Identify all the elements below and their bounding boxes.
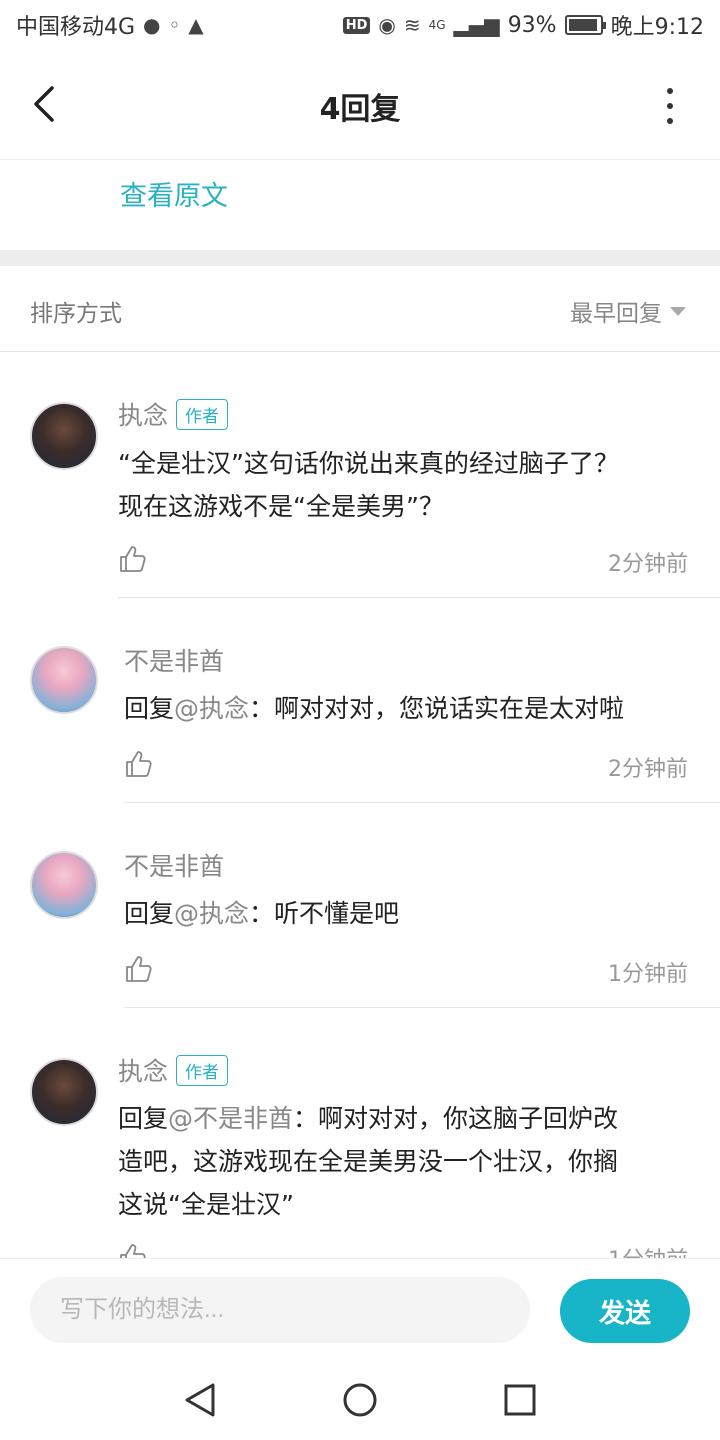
caret-down-icon [670,306,686,316]
comment-text: “全是壮汉”这句话你说出来真的经过脑子了？ 现在这游戏不是“全是美男”？ [118,442,619,528]
comment-text-body: ：啊对对对，你这脑子回炉改 [293,1104,619,1133]
section-divider [0,250,720,266]
comment-text-body: ：听不懂是吧 [249,899,400,928]
comment-text-line: 回复@不是非酋：啊对对对，你这脑子回炉改 [118,1097,618,1140]
sort-dropdown[interactable]: 最早回复 [570,294,686,328]
page-title: 4回复 [319,92,401,127]
signal-icon: ▂▄▆ [453,13,500,37]
author-tag: 作者 [176,1054,229,1086]
timestamp: 1分钟前 [608,1242,688,1258]
author-name[interactable]: 执念 [118,1052,168,1088]
more-vertical-icon[interactable] [660,88,680,124]
thumbs-up-icon[interactable] [118,1242,148,1258]
header: 4回复 [0,50,720,160]
view-original-link[interactable]: 查看原文 [120,174,228,213]
author-tag: 作者 [176,398,229,430]
comment-text-line: 这说“全是壮汉” [118,1190,294,1219]
battery-percent: 93% [507,12,557,38]
comment-text: 回复@不是非酋：啊对对对，你这脑子回炉改 造吧，这游戏现在全是美男没一个壮汉，你… [118,1097,618,1226]
avatar[interactable] [30,646,98,714]
author-name[interactable]: 执念 [118,396,168,432]
battery-fill [568,19,597,31]
nav-recents-icon[interactable] [500,1380,540,1420]
qq-icon: ▲ [188,13,204,37]
sort-bar: 排序方式 最早回复 [0,266,720,352]
app-notification-icon: ◦ [168,13,181,37]
carrier-label: 中国移动4G [16,15,136,40]
status-bar: 中国移动4G ● ◦ ▲ HD ◉ ≋ 4G ▂▄▆ 93% 晚上9:12 [0,0,720,50]
nav-home-icon[interactable] [340,1380,380,1420]
comment-text-line: 造吧，这游戏现在全是美男没一个壮汉，你搁 [118,1147,619,1176]
send-button[interactable]: 发送 [560,1279,690,1343]
comment-item: 不是非酋 回复@执念：听不懂是吧 1分钟前 [0,803,720,1008]
more-dot [667,88,673,94]
timestamp: 1分钟前 [608,962,688,987]
more-dot [667,118,673,124]
composer-bar: 发送 [0,1258,720,1358]
author-name[interactable]: 不是非酋 [124,642,224,678]
comment-item: 执念 作者 回复@不是非酋：啊对对对，你这脑子回炉改 造吧，这游戏现在全是美男没… [0,1008,720,1258]
eye-icon: ◉ [378,13,396,37]
thumbs-up-icon[interactable] [124,749,154,779]
wechat-icon: ● [143,13,161,37]
avatar[interactable] [30,1058,98,1126]
network-type-label: 4G [428,18,446,32]
comment-text-line: 现在这游戏不是“全是美男”？ [118,492,444,521]
reply-prefix: 回复 [124,694,175,723]
reply-prefix: 回复 [118,1104,169,1133]
comment-item: 执念 作者 “全是壮汉”这句话你说出来真的经过脑子了？ 现在这游戏不是“全是美男… [0,352,720,598]
sort-label: 排序方式 [30,301,122,327]
comment-item: 不是非酋 回复@执念：啊对对对，您说话实在是太对啦 2分钟前 [0,598,720,803]
thumbs-up-icon[interactable] [118,544,148,574]
comment-text-line: “全是壮汉”这句话你说出来真的经过脑子了？ [118,449,619,478]
thumbs-up-icon[interactable] [124,954,154,984]
author-name[interactable]: 不是非酋 [124,847,224,883]
system-nav-bar [0,1358,720,1440]
hd-icon: HD [342,16,371,34]
mention-link[interactable]: @不是非酋 [168,1104,293,1133]
comment-text: 回复@执念：啊对对对，您说话实在是太对啦 [124,687,624,730]
avatar[interactable] [30,851,98,919]
sort-value: 最早回复 [570,301,662,327]
clock: 晚上9:12 [610,15,704,40]
reply-prefix: 回复 [124,899,175,928]
timestamp: 2分钟前 [608,757,688,782]
more-dot [667,103,673,109]
timestamp: 2分钟前 [608,552,688,577]
comment-text-body: ：啊对对对，您说话实在是太对啦 [249,694,625,723]
avatar[interactable] [30,402,98,470]
wifi-icon: ≋ [403,13,421,37]
battery-icon [564,15,606,35]
comment-text: 回复@执念：听不懂是吧 [124,892,399,935]
mention-link[interactable]: @执念 [174,899,249,928]
nav-back-icon[interactable] [181,1380,221,1420]
mention-link[interactable]: @执念 [174,694,249,723]
comment-input[interactable] [30,1277,530,1343]
